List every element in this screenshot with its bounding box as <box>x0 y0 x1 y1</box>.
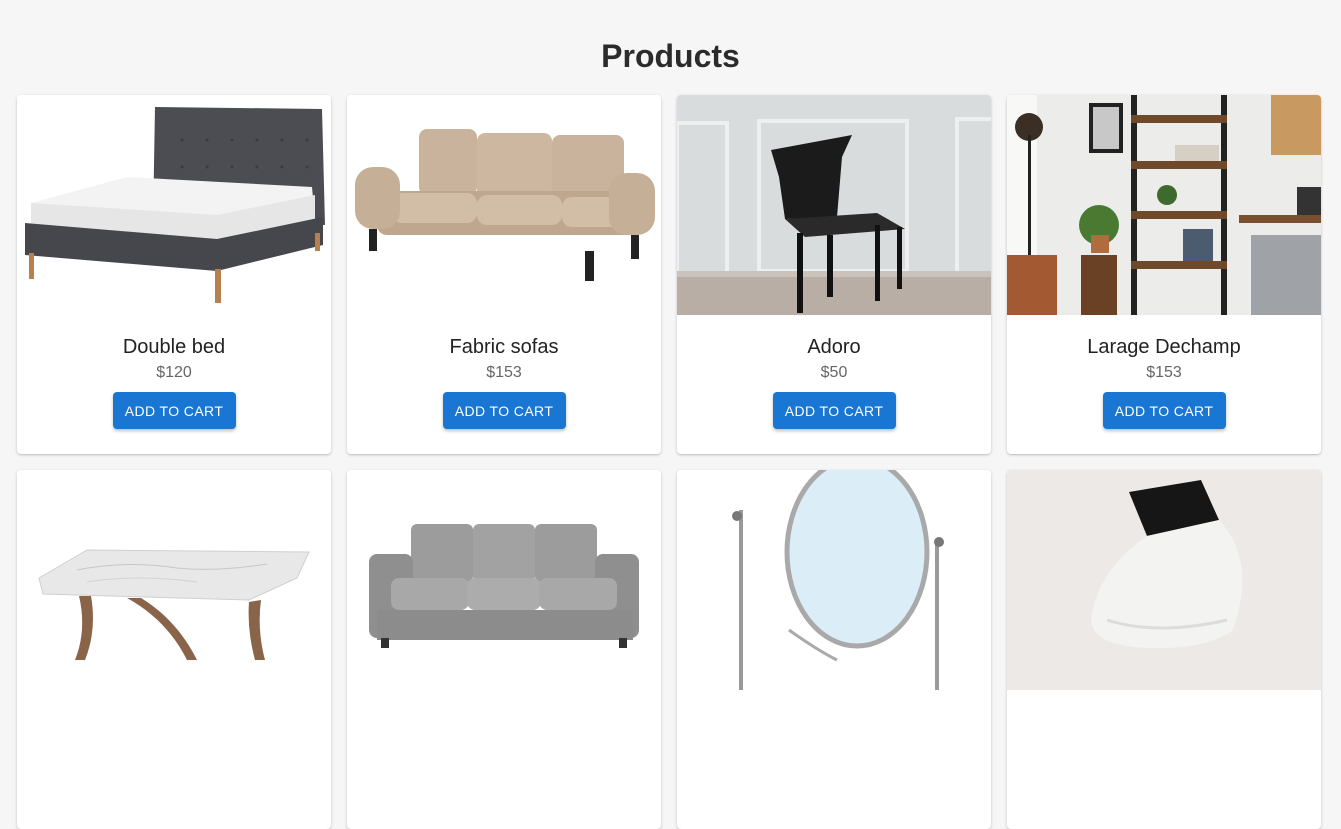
product-name: Adoro <box>807 336 861 358</box>
product-price: $153 <box>1146 364 1182 381</box>
product-card: Fabric sofas $153 ADD TO CART <box>347 95 661 454</box>
product-name: Fabric sofas <box>449 336 559 358</box>
shelf-room-image <box>1007 95 1321 315</box>
product-card: Adoro $50 ADD TO CART <box>677 95 991 454</box>
beige-sofa-image <box>347 95 661 315</box>
add-to-cart-button[interactable]: ADD TO CART <box>772 392 896 429</box>
product-card <box>347 470 661 829</box>
add-to-cart-button[interactable]: ADD TO CART <box>112 392 236 429</box>
product-card: Larage Dechamp $153 ADD TO CART <box>1007 95 1321 454</box>
product-grid: Double bed $120 ADD TO CART Fabric sofas… <box>17 95 1321 829</box>
page-title: Products <box>601 38 740 74</box>
add-to-cart-button[interactable]: ADD TO CART <box>442 392 566 429</box>
marble-table-image <box>17 470 331 690</box>
round-mirror-image <box>677 470 991 690</box>
product-name: Double bed <box>122 336 226 358</box>
grey-sofa-image <box>347 470 661 690</box>
product-card: Double bed $120 ADD TO CART <box>17 95 331 454</box>
add-to-cart-button[interactable]: ADD TO CART <box>1102 392 1226 429</box>
product-price: $120 <box>156 364 192 381</box>
product-card <box>17 470 331 829</box>
product-price: $153 <box>486 364 522 381</box>
ceiling-lamp-image <box>1007 470 1321 690</box>
black-chair-image <box>677 95 991 315</box>
bed-image <box>17 95 331 315</box>
product-card <box>677 470 991 829</box>
product-name: Larage Dechamp <box>1087 336 1241 358</box>
product-price: $50 <box>820 364 848 381</box>
product-card <box>1007 470 1321 829</box>
